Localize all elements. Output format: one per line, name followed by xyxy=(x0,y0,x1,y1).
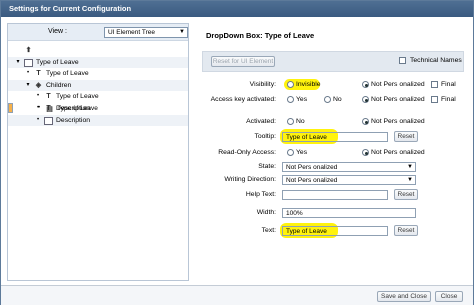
access-key-no-radio[interactable] xyxy=(324,96,331,103)
visibility-label: Visibility: xyxy=(249,81,276,88)
tooltip-label: Tooltip: xyxy=(254,133,276,140)
access-key-yes-radio[interactable] xyxy=(287,96,294,103)
read-only-yes-radio[interactable] xyxy=(287,149,294,156)
access-key-no-label: No xyxy=(333,96,342,103)
help-text-input[interactable] xyxy=(282,190,388,200)
access-key-yes-label: Yes xyxy=(296,96,308,103)
expand-icon[interactable]: ▾ xyxy=(24,80,32,92)
bullet-icon: • xyxy=(36,104,40,111)
expand-icon[interactable]: ▾ xyxy=(14,57,22,69)
settings-dialog: Settings for Current Configuration View … xyxy=(0,0,474,305)
technical-names-checkbox[interactable] xyxy=(399,57,406,64)
activated-no-label: No xyxy=(296,118,305,125)
writing-direction-select[interactable]: Not Pers onalized ▼ xyxy=(282,175,416,185)
save-and-close-button[interactable]: Save and Close xyxy=(377,291,431,302)
tree-node[interactable]: • Description xyxy=(8,114,188,127)
tree-node[interactable]: ⬆ xyxy=(8,45,188,57)
read-only-not-personalized-label: Not Pers onalized xyxy=(371,149,425,156)
chevron-down-icon: ▼ xyxy=(179,29,185,35)
access-key-not-personalized-radio[interactable] xyxy=(362,96,369,103)
writing-direction-label: Writing Direction: xyxy=(224,176,276,183)
visibility-final-checkbox[interactable] xyxy=(431,81,438,88)
tree-node-label: Type of Leave xyxy=(46,70,89,78)
state-value: Not Pers onalized xyxy=(286,164,338,171)
tree-node[interactable]: ▾ Type of Leave xyxy=(8,56,188,69)
tooltip-input[interactable]: Type of Leave xyxy=(282,132,388,142)
children-icon: ◈ xyxy=(35,81,42,89)
box-icon xyxy=(44,116,53,125)
view-row: View : UI Element Tree ▼ xyxy=(8,24,188,41)
view-select[interactable]: UI Element Tree ▼ xyxy=(104,27,188,38)
activated-label: Activated: xyxy=(246,118,276,125)
view-select-value: UI Element Tree xyxy=(108,29,155,36)
state-select[interactable]: Not Pers onalized ▼ xyxy=(282,162,416,172)
view-label: View : xyxy=(48,28,67,35)
activated-not-personalized-radio[interactable] xyxy=(362,118,369,125)
state-label: State: xyxy=(258,163,276,170)
container-icon xyxy=(24,58,33,67)
bullet-icon: • xyxy=(36,116,40,123)
properties-panel: DropDown Box: Type of Leave Reset for UI… xyxy=(196,23,468,285)
access-key-not-personalized-label: Not Pers onalized xyxy=(371,96,425,103)
visibility-invisible-radio[interactable] xyxy=(287,81,294,88)
footer-bar: Save and Close Close xyxy=(1,285,473,305)
text-icon: T xyxy=(46,104,51,112)
window-title: Settings for Current Configuration xyxy=(1,1,473,17)
bullet-icon: • xyxy=(26,70,30,77)
read-only-not-personalized-radio[interactable] xyxy=(362,149,369,156)
tree-node-label: Type of Leave xyxy=(56,93,99,101)
close-button[interactable]: Close xyxy=(435,291,463,302)
access-key-final-label: Final xyxy=(441,96,456,103)
read-only-yes-label: Yes xyxy=(296,149,308,156)
width-label: Width: xyxy=(256,209,276,216)
text-icon: T xyxy=(46,93,51,101)
visibility-not-personalized-radio[interactable] xyxy=(362,81,369,88)
visibility-invisible-label: Invisible xyxy=(296,81,321,88)
tree-node-label: Children xyxy=(46,81,72,89)
tree-node[interactable]: • T Type of Leave xyxy=(8,91,188,103)
tree-node[interactable]: • T Description xyxy=(8,103,188,115)
tooltip-reset-button[interactable]: Reset xyxy=(394,131,418,142)
text-label: Text: xyxy=(261,227,276,234)
ui-element-tree-panel: View : UI Element Tree ▼ ⬆ ▾ Type of Leave… xyxy=(7,23,189,281)
text-icon: T xyxy=(36,70,41,78)
access-key-final-checkbox[interactable] xyxy=(431,96,438,103)
activated-not-personalized-label: Not Pers onalized xyxy=(371,118,425,125)
tree-node[interactable]: • T Type of Leave xyxy=(8,68,188,80)
width-input[interactable]: 100% xyxy=(282,208,416,218)
properties-toolbar: Reset for UI Element Technical Names xyxy=(202,51,464,72)
help-text-label: Help Text: xyxy=(245,191,276,198)
chevron-down-icon: ▼ xyxy=(407,177,413,183)
read-only-label: Read-Only Access: xyxy=(218,149,276,156)
text-input[interactable]: Type of Leave xyxy=(282,226,388,236)
visibility-final-label: Final xyxy=(441,81,456,88)
activated-no-radio[interactable] xyxy=(287,118,294,125)
tree-node-label: Description xyxy=(56,104,90,112)
help-text-reset-button[interactable]: Reset xyxy=(394,189,418,200)
chevron-down-icon: ▼ xyxy=(407,164,413,170)
properties-header: DropDown Box: Type of Leave xyxy=(206,31,315,40)
tree-node-label: Type of Leave xyxy=(36,58,79,66)
technical-names-label: Technical Names xyxy=(410,57,462,64)
visibility-not-personalized-label: Not Pers onalized xyxy=(371,81,425,88)
tree-node-label: Description xyxy=(56,116,90,124)
tree-node[interactable]: ▾ ◈ Children xyxy=(8,79,188,92)
up-icon: ⬆ xyxy=(25,47,32,54)
reset-ui-element-button[interactable]: Reset for UI Element xyxy=(211,56,275,67)
bullet-icon: • xyxy=(36,93,40,100)
text-reset-button[interactable]: Reset xyxy=(394,225,418,236)
element-tree: ⬆ ▾ Type of Leave • T Type of Leave ▾ ◈ Children… xyxy=(8,45,188,127)
access-key-label: Access key activated: xyxy=(210,96,276,103)
writing-direction-value: Not Pers onalized xyxy=(286,177,338,184)
